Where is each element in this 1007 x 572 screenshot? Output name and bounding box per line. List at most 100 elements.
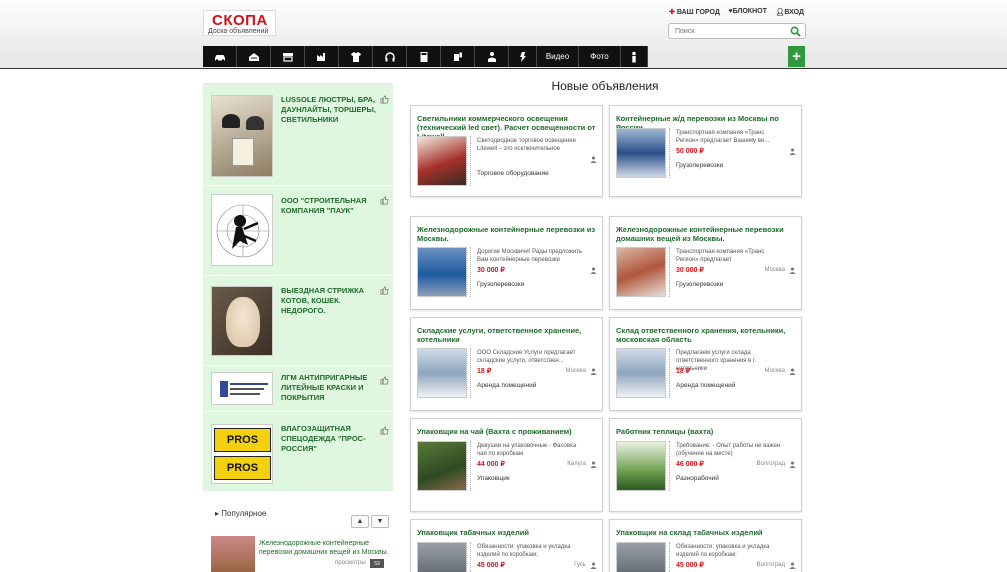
- card-description: Транспортная компания «Транс Регион» пре…: [676, 130, 770, 144]
- card-category[interactable]: Разнорабочий: [676, 475, 719, 482]
- card-title[interactable]: Железнодорожные контейнерные перевозки и…: [417, 225, 599, 243]
- card-image[interactable]: [417, 542, 467, 572]
- card-image[interactable]: [616, 348, 666, 398]
- sidebar-ad[interactable]: ЛГМ АНТИПРИГАРНЫЕ ЛИТЕЙНЫЕ КРАСКИ И ПОКР…: [203, 366, 393, 412]
- card-image[interactable]: [616, 247, 666, 297]
- nav-jobs[interactable]: [475, 46, 509, 67]
- ad-card[interactable]: Контейнерные ж/д перевозки из Москвы по …: [609, 105, 802, 197]
- city-link[interactable]: ✚ ВАШ ГОРОД: [669, 8, 720, 16]
- ad-card[interactable]: Упаковщик табачных изделий Обязанности: у…: [410, 519, 603, 572]
- nav-video[interactable]: Видео: [537, 46, 579, 67]
- ad-card[interactable]: Светильники коммерческого освещения (тех…: [410, 105, 603, 197]
- popular-thumbnail[interactable]: [211, 536, 255, 572]
- ad-card[interactable]: Склад ответственного хранения, котельник…: [609, 317, 802, 411]
- user-icon[interactable]: [789, 368, 796, 375]
- card-title[interactable]: Работник теплицы (вахта): [616, 427, 798, 436]
- card-category[interactable]: Грузоперевозки: [477, 281, 524, 288]
- card-title[interactable]: Упаковщик табачных изделий: [417, 528, 599, 537]
- nav-office[interactable]: [407, 46, 441, 67]
- notepad-link[interactable]: ♥БЛОКНОТ: [728, 8, 766, 16]
- card-image[interactable]: [417, 348, 467, 398]
- popular-item-title[interactable]: Железнодорожные контейнерные перевозки д…: [259, 539, 389, 557]
- nav-industry[interactable]: [305, 46, 339, 67]
- nav-kids[interactable]: [509, 46, 537, 67]
- sidebar-ad[interactable]: ВЫЕЗДНАЯ СТРИЖКА КОТОВ, КОШЕК. НЕДОРОГО.: [203, 276, 393, 366]
- thumbs-up-icon[interactable]: [380, 426, 389, 435]
- user-icon[interactable]: [789, 461, 796, 468]
- card-description: Дорогие Москвичи! Рады предложить Вам ко…: [477, 249, 583, 263]
- card-image[interactable]: [616, 128, 666, 178]
- card-category[interactable]: Грузоперевозки: [676, 281, 723, 288]
- login-link[interactable]: 👤︎ВХОД: [775, 8, 804, 16]
- card-category[interactable]: Аренда помещений: [676, 382, 735, 389]
- nav-people[interactable]: [621, 46, 648, 67]
- ad-title: ООО "СТРОИТЕЛЬНАЯ КОМПАНИЯ "ПАУК": [281, 196, 367, 215]
- thumbs-up-icon[interactable]: [380, 376, 389, 385]
- sidebar-ad[interactable]: LUSSOLE ЛЮСТРЫ, БРА, ДАУНЛАЙТЫ, ТОРШЕРЫ,…: [203, 85, 393, 186]
- spider-logo-image: [216, 204, 270, 258]
- sidebar-ad[interactable]: PROS PROS ВЛАГОЗАЩИТНАЯ СПЕЦОДЕЖДА "ПРОС…: [203, 412, 393, 493]
- logo-subtitle: Доска объявлений: [208, 28, 269, 35]
- card-image[interactable]: [417, 136, 467, 186]
- user-icon[interactable]: [789, 148, 796, 155]
- ad-card[interactable]: Упаковщик на чай (Вахта с проживанием) Де…: [410, 418, 603, 512]
- card-image[interactable]: [616, 542, 666, 572]
- user-icon[interactable]: [590, 156, 597, 163]
- card-image[interactable]: [616, 441, 666, 491]
- card-description: Транспортная компания «Транс Регион» пре…: [676, 249, 765, 263]
- user-icon[interactable]: [590, 267, 597, 274]
- ad-card[interactable]: Упаковщик на склад табачных изделий Обяза…: [609, 519, 802, 572]
- card-category[interactable]: Торговое оборудование: [477, 170, 549, 177]
- arrow-up-icon[interactable]: ▲: [351, 515, 369, 528]
- user-icon[interactable]: [789, 267, 796, 274]
- card-separator: [470, 542, 471, 572]
- thumbs-up-icon[interactable]: [380, 196, 389, 205]
- person-icon: [632, 51, 636, 62]
- nav-business[interactable]: [271, 46, 305, 67]
- card-separator: [669, 348, 670, 398]
- nav-clothes[interactable]: [339, 46, 373, 67]
- ad-title: ВЛАГОЗАЩИТНАЯ СПЕЦОДЕЖДА "ПРОС-РОССИЯ": [281, 424, 366, 453]
- ad-card[interactable]: Складские услуги, ответственное хранение…: [410, 317, 603, 411]
- user-icon[interactable]: [789, 562, 796, 569]
- sidebar-ad[interactable]: ООО "СТРОИТЕЛЬНАЯ КОМПАНИЯ "ПАУК": [203, 186, 393, 276]
- ad-card[interactable]: Железнодорожные контейнерные перевозки д…: [609, 216, 802, 310]
- card-price: 46 000 ₽: [676, 461, 704, 468]
- popular-heading[interactable]: Популярное: [215, 509, 266, 518]
- user-icon[interactable]: [590, 368, 597, 375]
- card-city: Москва: [565, 368, 586, 374]
- card-image[interactable]: [417, 441, 467, 491]
- card-separator: [470, 348, 471, 398]
- site-logo[interactable]: СКОПА Доска объявлений: [203, 10, 276, 36]
- ad-card[interactable]: Железнодорожные контейнерные перевозки и…: [410, 216, 603, 310]
- user-icon[interactable]: [590, 562, 597, 569]
- shirt-icon: [350, 51, 361, 62]
- search-input[interactable]: [675, 26, 785, 36]
- thumbs-up-icon[interactable]: [380, 95, 389, 104]
- nav-transport[interactable]: [203, 46, 237, 67]
- nav-photo[interactable]: Фото: [579, 46, 621, 67]
- card-description: Требование: - Опыт работы не важен (обуч…: [676, 443, 781, 457]
- card-image[interactable]: [417, 247, 467, 297]
- card-category[interactable]: Упаковщик: [477, 475, 510, 482]
- arrow-down-icon[interactable]: ▼: [371, 515, 389, 528]
- user-icon[interactable]: [590, 461, 597, 468]
- nav-services[interactable]: [441, 46, 475, 67]
- ad-card[interactable]: Работник теплицы (вахта) Требование: - Оп…: [609, 418, 802, 512]
- card-description: Девушки на упаковочные - Фасовка чая по …: [477, 443, 577, 457]
- card-title[interactable]: Упаковщик на склад табачных изделий: [616, 528, 798, 537]
- nav-realty[interactable]: [237, 46, 271, 67]
- service-icon: [453, 52, 462, 61]
- page-title: Новые объявления: [551, 79, 659, 93]
- card-title[interactable]: Склад ответственного хранения, котельник…: [616, 326, 798, 344]
- card-title[interactable]: Упаковщик на чай (Вахта с проживанием): [417, 427, 599, 436]
- card-category[interactable]: Аренда помещений: [477, 382, 536, 389]
- ad-title: LUSSOLE ЛЮСТРЫ, БРА, ДАУНЛАЙТЫ, ТОРШЕРЫ,…: [281, 95, 376, 124]
- thumbs-up-icon[interactable]: [380, 286, 389, 295]
- search-icon[interactable]: [790, 26, 801, 37]
- card-title[interactable]: Железнодорожные контейнерные перевозки д…: [616, 225, 798, 243]
- card-category[interactable]: Грузоперевозки: [676, 162, 723, 169]
- card-title[interactable]: Складские услуги, ответственное хранение…: [417, 326, 599, 344]
- add-ad-button[interactable]: +: [788, 46, 805, 67]
- nav-electronics[interactable]: [373, 46, 407, 67]
